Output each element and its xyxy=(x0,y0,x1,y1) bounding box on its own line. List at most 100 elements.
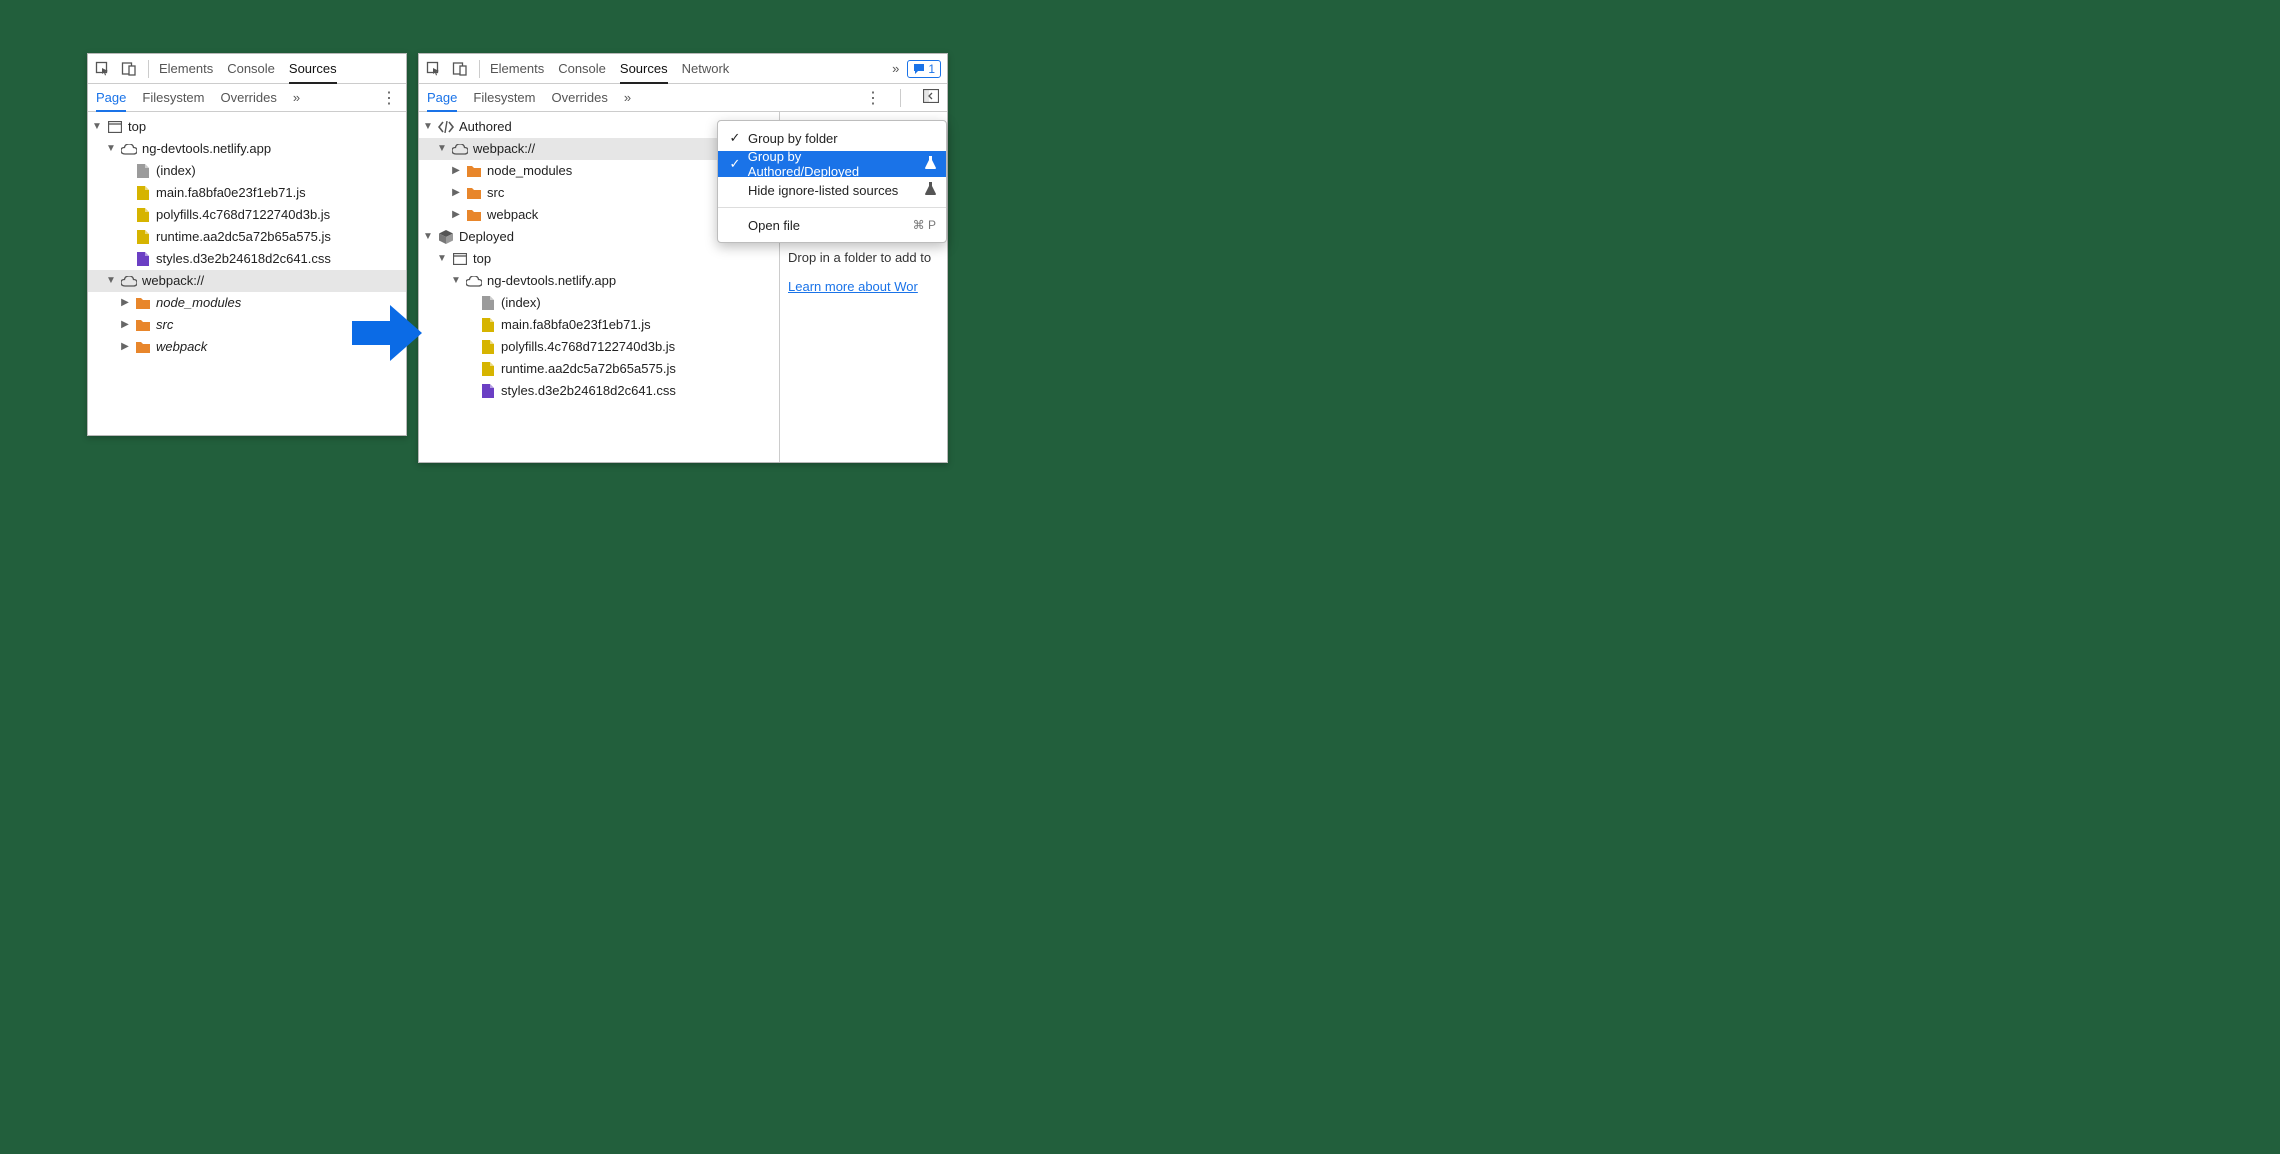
folder-icon xyxy=(466,185,482,201)
learn-more-link[interactable]: Learn more about Wor xyxy=(788,279,939,294)
cloud-icon xyxy=(452,141,468,157)
chevron-right-icon[interactable]: ▶ xyxy=(451,163,461,179)
tree-label: src xyxy=(487,183,504,204)
tab-elements[interactable]: Elements xyxy=(490,55,544,83)
inspect-icon[interactable] xyxy=(94,60,112,78)
tree-label: ng-devtools.netlify.app xyxy=(142,139,271,160)
tree-row[interactable]: ▶runtime.aa2dc5a72b65a575.js xyxy=(419,358,781,380)
tree-row[interactable]: ▼webpack:// xyxy=(88,270,406,292)
doc-purple-icon xyxy=(480,383,496,399)
chevron-down-icon[interactable]: ▼ xyxy=(423,119,433,135)
tree-label: styles.d3e2b24618d2c641.css xyxy=(156,249,331,270)
tree-row[interactable]: ▼top xyxy=(419,248,781,270)
devtools-panel-after: Elements Console Sources Network » 1 Pag… xyxy=(418,53,948,463)
tree-label: top xyxy=(128,117,146,138)
message-icon xyxy=(913,63,925,75)
tab-console[interactable]: Console xyxy=(558,55,606,83)
chevron-down-icon[interactable]: ▼ xyxy=(437,141,447,157)
kebab-menu-icon[interactable]: ⋮ xyxy=(865,88,882,108)
tree-row[interactable]: ▶main.fa8bfa0e23f1eb71.js xyxy=(419,314,781,336)
kebab-menu-icon[interactable]: ⋮ xyxy=(381,88,398,108)
transition-arrow-icon xyxy=(352,305,422,361)
menu-open-file[interactable]: Open file ⌘ P xyxy=(718,212,946,238)
tree-row[interactable]: ▶polyfills.4c768d7122740d3b.js xyxy=(419,336,781,358)
menu-hide-ignore-listed[interactable]: Hide ignore-listed sources xyxy=(718,177,946,203)
subtab-filesystem[interactable]: Filesystem xyxy=(473,85,535,110)
tree-label: Authored xyxy=(459,117,512,138)
tree-row[interactable]: ▶runtime.aa2dc5a72b65a575.js xyxy=(88,226,406,248)
tree-label: (index) xyxy=(501,293,541,314)
chevron-down-icon[interactable]: ▼ xyxy=(106,141,116,157)
subtab-overrides[interactable]: Overrides xyxy=(221,85,277,110)
doc-grey-icon xyxy=(480,295,496,311)
chevron-down-icon[interactable]: ▼ xyxy=(423,229,433,245)
top-tabbar: Elements Console Sources xyxy=(88,54,406,84)
frame-icon xyxy=(452,251,468,267)
tree-row[interactable]: ▶main.fa8bfa0e23f1eb71.js xyxy=(88,182,406,204)
chevron-right-icon[interactable]: ▶ xyxy=(451,207,461,223)
tree-row[interactable]: ▼ ng-devtools.netlify.app xyxy=(88,138,406,160)
tree-row[interactable]: ▼ ng-devtools.netlify.app xyxy=(419,270,781,292)
device-toggle-icon[interactable] xyxy=(120,60,138,78)
tree-label: polyfills.4c768d7122740d3b.js xyxy=(156,205,330,226)
doc-yellow-icon xyxy=(135,207,151,223)
box-icon xyxy=(438,229,454,245)
tree-label: webpack xyxy=(487,205,538,226)
issues-count: 1 xyxy=(928,62,935,76)
more-tabs-icon[interactable]: » xyxy=(892,61,899,76)
tab-sources[interactable]: Sources xyxy=(289,55,337,84)
tree-label: polyfills.4c768d7122740d3b.js xyxy=(501,337,675,358)
doc-yellow-icon xyxy=(480,361,496,377)
context-menu: ✓ Group by folder ✓ Group by Authored/De… xyxy=(717,120,947,243)
chevron-down-icon[interactable]: ▼ xyxy=(437,251,447,267)
folder-icon xyxy=(466,163,482,179)
checkmark-icon: ✓ xyxy=(728,156,742,172)
chevron-right-icon[interactable]: ▶ xyxy=(120,339,130,355)
tree-label: styles.d3e2b24618d2c641.css xyxy=(501,381,676,402)
cloud-icon xyxy=(121,273,137,289)
tab-network[interactable]: Network xyxy=(682,55,730,83)
tree-label: node_modules xyxy=(487,161,572,182)
chevron-right-icon[interactable]: ▶ xyxy=(120,295,130,311)
chevron-down-icon[interactable]: ▼ xyxy=(451,273,461,289)
tab-elements[interactable]: Elements xyxy=(159,55,213,83)
tab-sources[interactable]: Sources xyxy=(620,55,668,84)
divider xyxy=(479,60,480,78)
inspect-icon[interactable] xyxy=(425,60,443,78)
tree-row[interactable]: ▶polyfills.4c768d7122740d3b.js xyxy=(88,204,406,226)
subtab-page[interactable]: Page xyxy=(96,85,126,112)
code-icon xyxy=(438,119,454,135)
tree-label: node_modules xyxy=(156,293,241,314)
tree-label: ng-devtools.netlify.app xyxy=(487,271,616,292)
tab-console[interactable]: Console xyxy=(227,55,275,83)
tree-row[interactable]: ▶styles.d3e2b24618d2c641.css xyxy=(419,380,781,402)
menu-group-by-authored-deployed[interactable]: ✓ Group by Authored/Deployed xyxy=(718,151,946,177)
menu-group-by-folder[interactable]: ✓ Group by folder xyxy=(718,125,946,151)
chevron-right-icon[interactable]: ▶ xyxy=(120,317,130,333)
cloud-icon xyxy=(466,273,482,289)
more-tabs-icon[interactable]: » xyxy=(293,90,300,105)
tree-label: Deployed xyxy=(459,227,514,248)
toggle-debugger-icon[interactable] xyxy=(923,89,939,106)
tree-label: src xyxy=(156,315,173,336)
divider xyxy=(900,89,901,107)
more-tabs-icon[interactable]: » xyxy=(624,90,631,105)
subtab-overrides[interactable]: Overrides xyxy=(552,85,608,110)
chevron-down-icon[interactable]: ▼ xyxy=(92,119,102,135)
tree-row[interactable]: ▶styles.d3e2b24618d2c641.css xyxy=(88,248,406,270)
sources-subtabs: Page Filesystem Overrides » ⋮ xyxy=(419,84,947,112)
tree-row[interactable]: ▶(index) xyxy=(88,160,406,182)
subtab-page[interactable]: Page xyxy=(427,85,457,112)
issues-badge[interactable]: 1 xyxy=(907,60,941,78)
tree-label: runtime.aa2dc5a72b65a575.js xyxy=(156,227,331,248)
chevron-right-icon[interactable]: ▶ xyxy=(451,185,461,201)
subtab-filesystem[interactable]: Filesystem xyxy=(142,85,204,110)
main-tabs: Elements Console Sources xyxy=(159,55,400,83)
chevron-down-icon[interactable]: ▼ xyxy=(106,273,116,289)
device-toggle-icon[interactable] xyxy=(451,60,469,78)
tree-row[interactable]: ▼ top xyxy=(88,116,406,138)
folder-icon xyxy=(135,317,151,333)
doc-grey-icon xyxy=(135,163,151,179)
tree-row[interactable]: ▶(index) xyxy=(419,292,781,314)
doc-yellow-icon xyxy=(135,185,151,201)
